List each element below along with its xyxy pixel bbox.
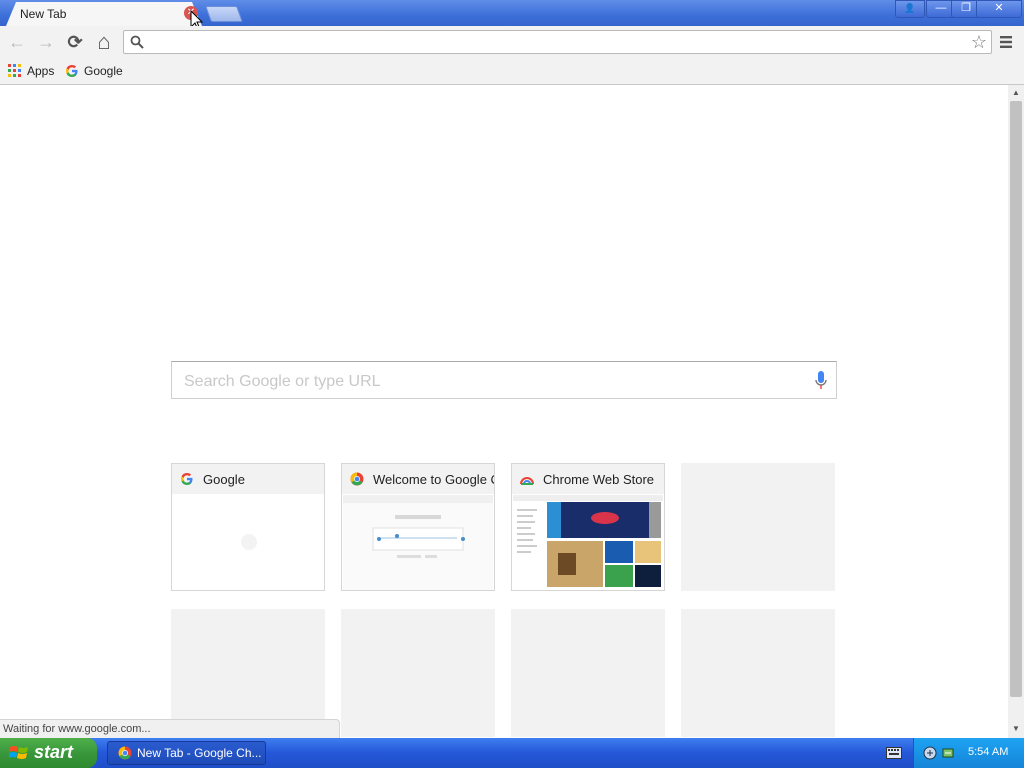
home-icon: ⌂: [97, 29, 111, 54]
user-icon: 👤: [904, 3, 916, 13]
address-input[interactable]: [150, 33, 964, 53]
tile-thumbnail: [513, 495, 663, 590]
tile-thumbnail: [173, 495, 323, 590]
user-profile-button[interactable]: 👤: [895, 0, 925, 18]
empty-tile: [681, 609, 835, 737]
start-button[interactable]: start: [0, 738, 97, 768]
menu-icon[interactable]: [998, 34, 1014, 50]
scroll-thumb[interactable]: [1010, 101, 1022, 697]
web-store-favicon-icon: [520, 477, 534, 485]
system-tray: 5:54 AM: [913, 738, 1024, 768]
keyboard-icon[interactable]: [886, 747, 902, 759]
tile-title: Google: [203, 472, 245, 487]
vertical-scrollbar[interactable]: ▲ ▼: [1008, 85, 1024, 738]
microphone-icon[interactable]: [814, 370, 828, 392]
most-visited-tile-web-store[interactable]: Chrome Web Store: [511, 463, 665, 591]
restore-icon: ❐: [961, 2, 971, 14]
taskbar-item-chrome[interactable]: New Tab - Google Ch...: [107, 741, 266, 765]
reload-button[interactable]: ⟳: [63, 30, 87, 54]
most-visited-tile-welcome[interactable]: Welcome to Google C: [341, 463, 495, 591]
minimize-icon: —: [935, 2, 947, 14]
chrome-favicon-icon: [350, 472, 364, 486]
most-visited-tile-google[interactable]: Google: [171, 463, 325, 591]
bookmark-apps-label: Apps: [27, 64, 55, 78]
new-tab-page: Google Welcome to Google C: [0, 85, 1008, 738]
forward-button[interactable]: →: [34, 30, 58, 54]
scroll-up-arrow-icon[interactable]: ▲: [1008, 86, 1024, 100]
bookmark-google[interactable]: Google: [65, 63, 123, 79]
tile-header: Chrome Web Store: [512, 464, 664, 494]
search-icon: [130, 35, 144, 49]
empty-tile: [511, 609, 665, 737]
tab-close-icon[interactable]: ✕: [184, 6, 198, 20]
windows-logo-icon: [9, 746, 28, 759]
browser-toolbar: ← → ⟳ ⌂ ☆: [0, 26, 1024, 58]
empty-tile: [171, 609, 325, 737]
start-label: start: [34, 742, 74, 762]
google-g-icon: [66, 65, 78, 77]
tab-title: New Tab: [20, 7, 67, 21]
bookmark-google-label: Google: [84, 64, 123, 78]
status-text: Waiting for www.google.com...: [3, 723, 151, 735]
bookmark-star-icon[interactable]: ☆: [971, 32, 987, 52]
empty-tile: [681, 463, 835, 591]
taskbar-item-label: New Tab - Google Ch...: [137, 746, 262, 760]
scroll-down-arrow-icon[interactable]: ▼: [1008, 722, 1024, 736]
back-button[interactable]: ←: [5, 30, 29, 54]
network-icon[interactable]: [923, 746, 937, 760]
bookmark-apps[interactable]: Apps: [8, 63, 54, 79]
windows-taskbar: start New Tab - Google Ch... 5:54 AM: [0, 738, 1024, 768]
chrome-icon: [118, 746, 132, 760]
tile-title: Welcome to Google C: [373, 472, 495, 487]
tile-header: Welcome to Google C: [342, 464, 494, 494]
omnibox[interactable]: ☆: [123, 30, 992, 54]
apps-grid-icon: [8, 64, 21, 77]
home-button[interactable]: ⌂: [92, 30, 116, 54]
clock: 5:54 AM: [968, 746, 1009, 758]
empty-tile: [341, 609, 495, 737]
tile-thumbnail: [343, 495, 493, 590]
ntp-search-input[interactable]: [182, 371, 786, 393]
forward-arrow-icon: →: [37, 32, 55, 52]
back-arrow-icon: ←: [8, 32, 26, 52]
tile-title: Chrome Web Store: [543, 472, 655, 487]
new-tab-button[interactable]: [205, 6, 243, 22]
status-bubble: Waiting for www.google.com...: [0, 719, 340, 738]
close-window-button[interactable]: ✕: [976, 0, 1022, 18]
tab-new-tab[interactable]: New Tab: [6, 2, 202, 26]
tile-header: Google: [172, 464, 324, 494]
safely-remove-icon[interactable]: [941, 746, 955, 760]
google-favicon-icon: [181, 473, 193, 485]
close-icon: ✕: [994, 2, 1004, 14]
title-bar: New Tab ✕ 👤 — ❐ ✕: [0, 0, 1024, 31]
bookmarks-bar: Apps Google: [0, 58, 1024, 85]
ntp-search-box[interactable]: [171, 361, 837, 399]
reload-icon: ⟳: [67, 32, 83, 52]
